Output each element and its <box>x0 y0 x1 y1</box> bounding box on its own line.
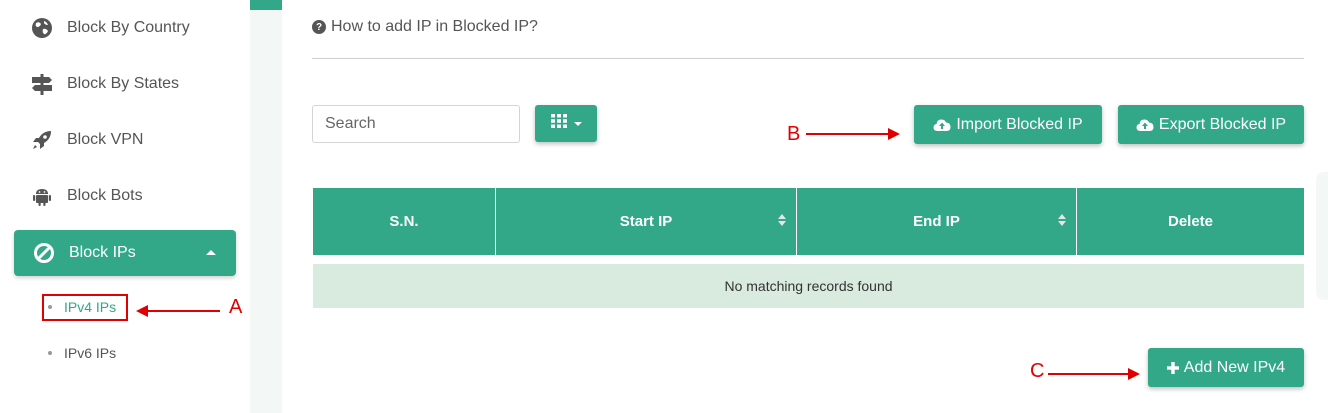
annotation-label-a: A <box>229 296 243 318</box>
right-panel-edge <box>1316 172 1328 300</box>
content-gutter <box>250 0 282 413</box>
divider <box>312 58 1304 59</box>
sort-icon <box>1058 214 1066 226</box>
rocket-icon <box>30 128 54 152</box>
caret-down-icon <box>573 121 582 126</box>
sidebar-item-block-ips[interactable]: Block IPs <box>14 230 236 276</box>
column-header-sn[interactable]: S.N. <box>313 188 496 255</box>
signpost-icon <box>30 72 54 96</box>
bullet-icon <box>48 351 52 355</box>
sidebar-subitem-ipv6[interactable]: IPv6 IPs <box>48 345 116 361</box>
sidebar-item-label: Block By Country <box>67 19 190 36</box>
search-input[interactable] <box>312 105 520 143</box>
column-header-start-ip[interactable]: Start IP <box>496 188 797 255</box>
column-header-delete: Delete <box>1077 188 1304 255</box>
column-label: Start IP <box>619 213 673 230</box>
table-header: S.N. Start IP End IP Delete <box>313 188 1304 255</box>
globe-icon <box>30 16 54 40</box>
columns-toggle-button[interactable] <box>535 105 597 142</box>
caret-up-icon <box>206 250 216 255</box>
column-header-end-ip[interactable]: End IP <box>797 188 1077 255</box>
cloud-upload-icon <box>1136 118 1154 132</box>
add-new-ipv4-button[interactable]: Add New IPv4 <box>1148 348 1304 387</box>
help-link[interactable]: ? How to add IP in Blocked IP? <box>312 18 538 36</box>
add-label: Add New IPv4 <box>1183 358 1286 376</box>
import-blocked-ip-button[interactable]: Import Blocked IP <box>914 105 1102 144</box>
column-label: S.N. <box>389 213 419 230</box>
cloud-upload-icon <box>933 118 951 132</box>
annotation-label-b: B <box>787 123 801 145</box>
annotation-arrow-a <box>136 305 220 317</box>
question-circle-icon: ? <box>312 20 326 34</box>
sidebar-item-label: Block VPN <box>67 131 144 148</box>
sidebar-subitem-label: IPv6 IPs <box>64 345 117 361</box>
column-label: Delete <box>1167 213 1214 230</box>
sidebar-item-label: Block Bots <box>67 187 143 204</box>
column-label: End IP <box>913 213 960 230</box>
sidebar-item-block-by-country[interactable]: Block By Country <box>30 0 190 56</box>
empty-message: No matching records found <box>724 278 893 294</box>
export-label: Export Blocked IP <box>1158 115 1287 133</box>
gutter-accent <box>250 0 282 10</box>
import-label: Import Blocked IP <box>956 115 1083 133</box>
grid-icon <box>550 114 567 133</box>
sidebar-item-block-by-states[interactable]: Block By States <box>30 56 179 112</box>
sort-icon <box>778 214 786 226</box>
annotation-highlight-box <box>42 294 128 321</box>
sidebar-item-label: Block By States <box>67 75 180 92</box>
export-blocked-ip-button[interactable]: Export Blocked IP <box>1118 105 1304 144</box>
sidebar: Block By Country Block By States Block V… <box>0 0 250 413</box>
ban-icon <box>32 241 56 265</box>
android-icon <box>30 184 54 208</box>
annotation-arrow-b <box>806 128 900 140</box>
sidebar-item-block-bots[interactable]: Block Bots <box>30 168 143 224</box>
annotation-label-c: C <box>1030 360 1045 382</box>
table-empty-row: No matching records found <box>313 264 1304 308</box>
sidebar-item-block-vpn[interactable]: Block VPN <box>30 112 143 168</box>
annotation-arrow-c <box>1048 368 1140 380</box>
sidebar-item-label: Block IPs <box>69 244 136 261</box>
help-text: How to add IP in Blocked IP? <box>331 18 538 35</box>
plus-icon <box>1166 361 1179 374</box>
